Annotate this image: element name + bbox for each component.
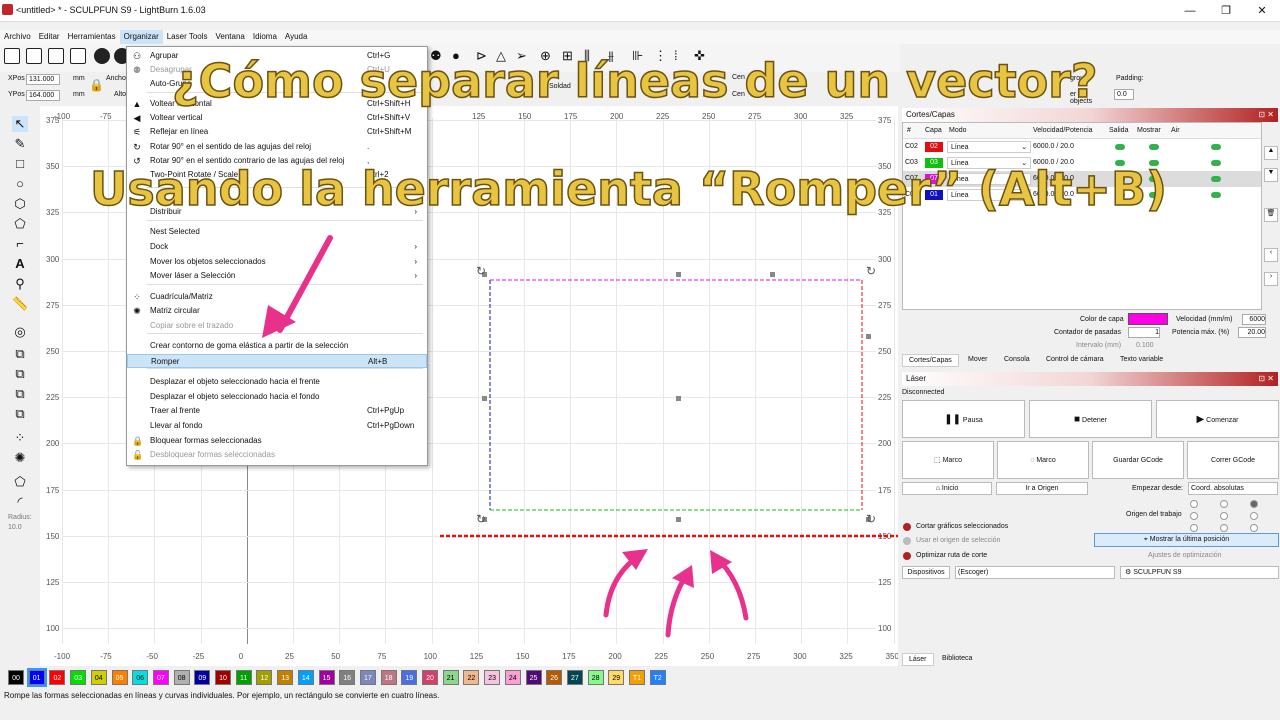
overlay-headline: ¿Cómo separar líneas de un vector? xyxy=(171,54,1098,108)
annotation-arrows xyxy=(262,235,749,638)
app-window: <untitled> * - SCULPFUN S9 - LightBurn 1… xyxy=(0,0,1280,720)
overlay-subheadline: Usando la herramienta “Romper” (Alt+B) xyxy=(89,162,1168,216)
